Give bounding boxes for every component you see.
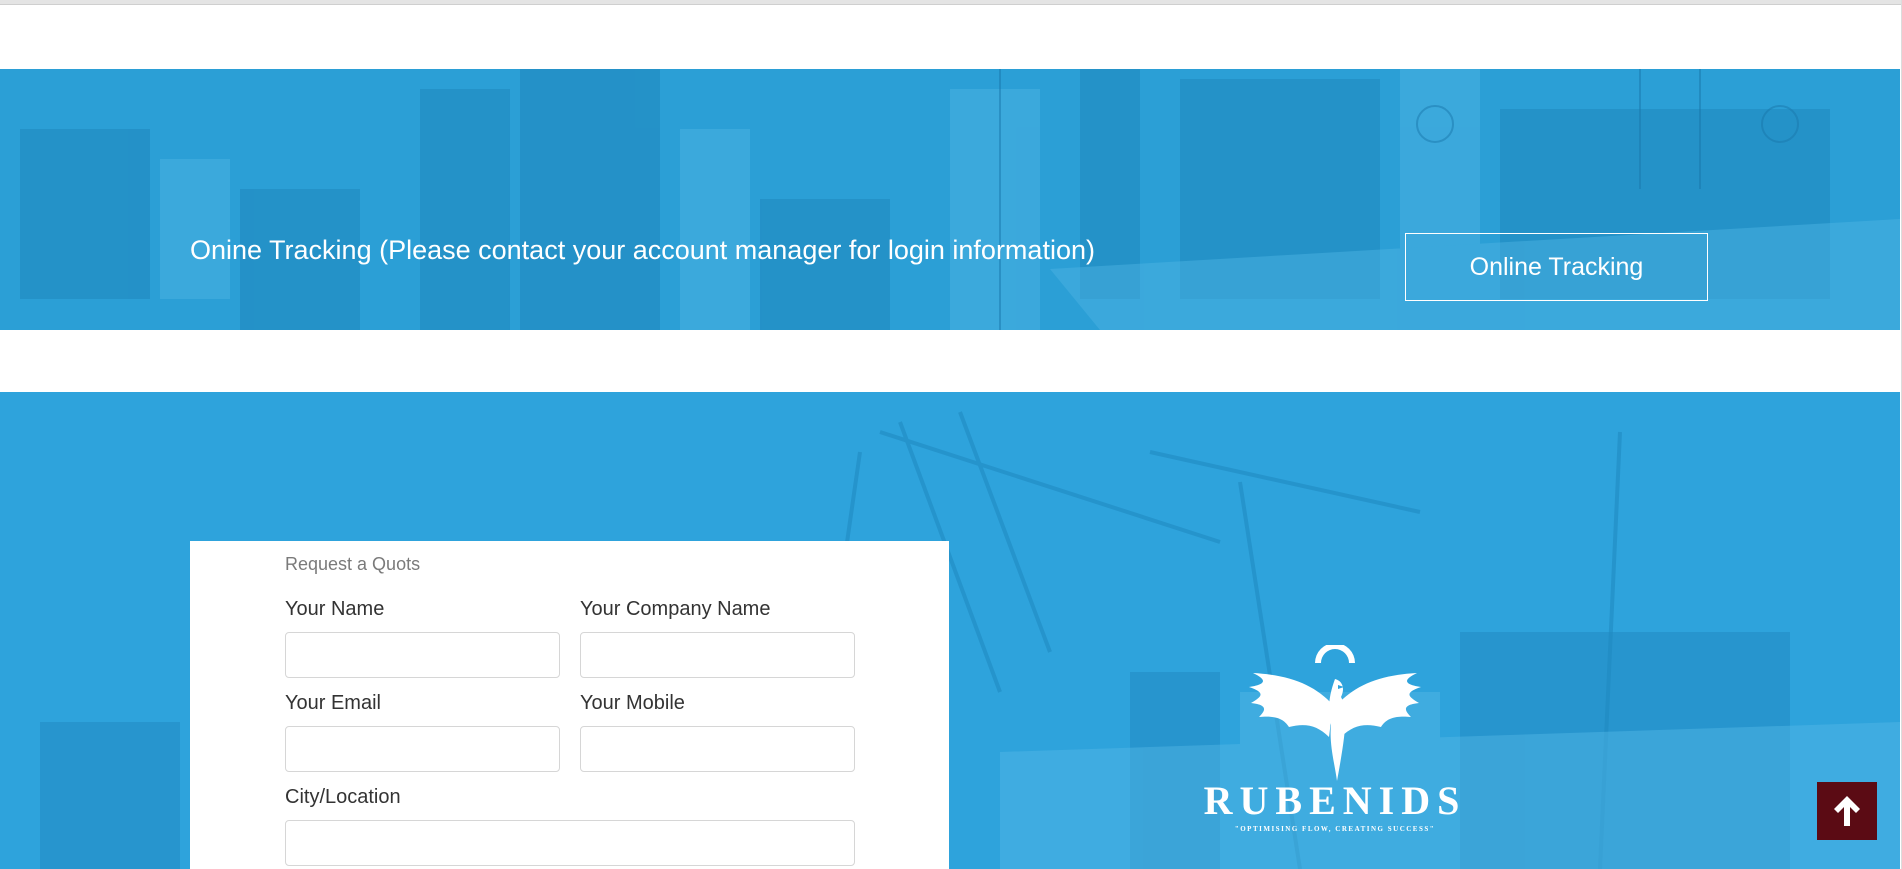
- request-quote-form: Request a Quots Your Name Your Company N…: [190, 541, 949, 869]
- company-name-label: Your Company Name: [580, 598, 771, 620]
- city-location-label: City/Location: [285, 786, 401, 808]
- name-label: Your Name: [285, 598, 385, 620]
- phoenix-logo-icon: [1249, 645, 1421, 781]
- mobile-input[interactable]: [580, 726, 855, 772]
- arrow-up-icon: [1834, 796, 1860, 826]
- top-rule: [0, 0, 1902, 5]
- form-title: Request a Quots: [285, 554, 421, 574]
- brand-logo: RUBENIDS "OPTIMISING FLOW, CREATING SUCC…: [1190, 645, 1480, 833]
- tracking-banner: Onine Tracking (Please contact your acco…: [0, 69, 1900, 330]
- brand-tagline: "OPTIMISING FLOW, CREATING SUCCESS": [1234, 825, 1436, 833]
- online-tracking-button[interactable]: Online Tracking: [1405, 233, 1708, 301]
- mobile-label: Your Mobile: [580, 692, 685, 714]
- quote-section: Request a Quots Your Name Your Company N…: [0, 392, 1900, 869]
- company-name-input[interactable]: [580, 632, 855, 678]
- online-tracking-button-label: Online Tracking: [1469, 252, 1644, 281]
- back-to-top-button[interactable]: [1817, 782, 1877, 840]
- tracking-message: Onine Tracking (Please contact your acco…: [190, 235, 1095, 265]
- email-label: Your Email: [285, 692, 381, 714]
- name-input[interactable]: [285, 632, 560, 678]
- email-input[interactable]: [285, 726, 560, 772]
- brand-name: RUBENIDS: [1203, 778, 1467, 823]
- city-location-input[interactable]: [285, 820, 855, 866]
